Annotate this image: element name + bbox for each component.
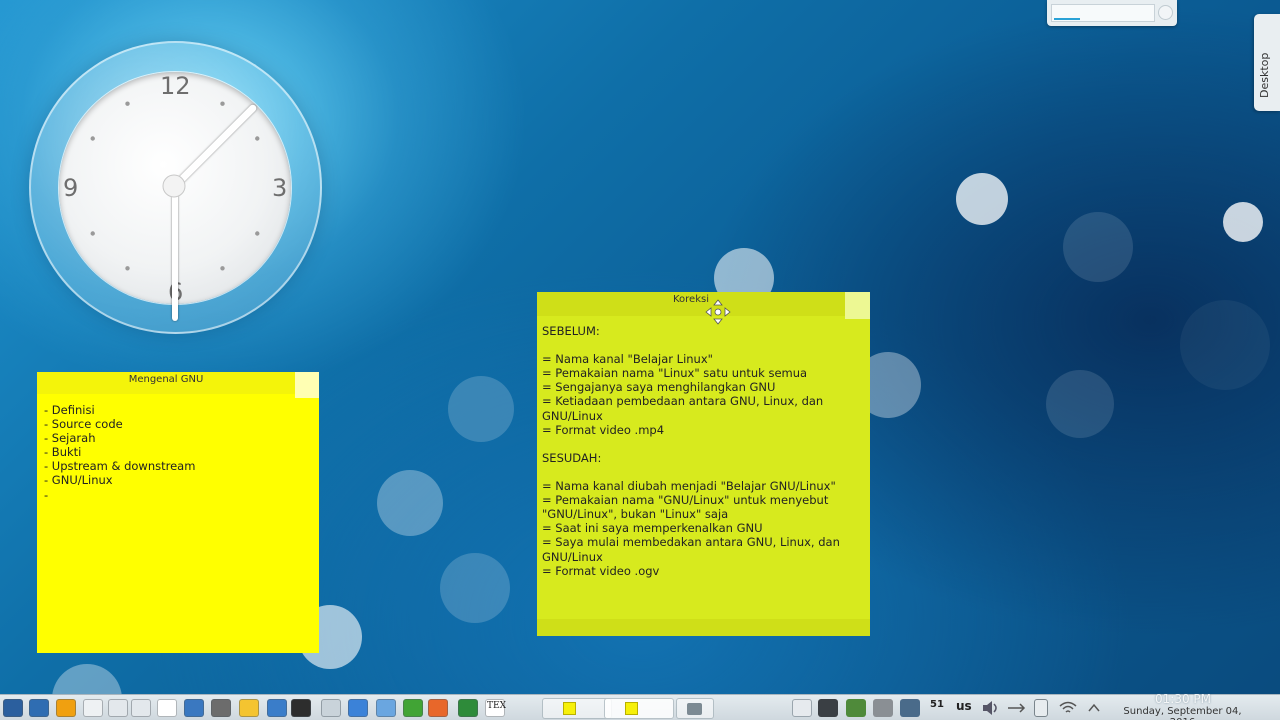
desktop-icon[interactable]: [29, 699, 49, 717]
note-corner-button[interactable]: [845, 292, 870, 319]
pager-icon-2[interactable]: [131, 699, 151, 717]
note-mengenal-gnu[interactable]: Mengenal GNU - Definisi - Source code - …: [37, 372, 319, 653]
clock-number-3: 3: [272, 174, 288, 202]
network-icon[interactable]: [267, 699, 287, 717]
wifi-icon[interactable]: [1058, 699, 1078, 717]
display-icon[interactable]: [818, 699, 838, 717]
terminal-icon[interactable]: [291, 699, 311, 717]
move-cursor-icon: [705, 299, 731, 325]
tex-label: TEX: [487, 701, 506, 711]
printer-icon[interactable]: [900, 699, 920, 717]
window-icon: [687, 703, 702, 715]
clock-face: [59, 72, 291, 304]
qt-icon[interactable]: [403, 699, 423, 717]
panel-widget[interactable]: [1047, 0, 1177, 26]
download-icon[interactable]: [376, 699, 396, 717]
tux-icon[interactable]: [239, 699, 259, 717]
clock-number-9: 9: [63, 174, 79, 202]
document-icon[interactable]: [157, 699, 177, 717]
note-title: Mengenal GNU: [128, 374, 204, 385]
desktop-toolbox-tab[interactable]: Desktop: [1254, 14, 1280, 111]
calculator-icon[interactable]: [321, 699, 341, 717]
usb-icon[interactable]: [1006, 699, 1026, 717]
panel-clock-date[interactable]: Sunday, September 04, 2016: [1110, 706, 1255, 720]
chromium-icon[interactable]: [348, 699, 368, 717]
clock-number-12: 12: [160, 72, 191, 100]
sticky-note-icon: [563, 702, 576, 715]
show-hidden-icon[interactable]: [1084, 699, 1104, 717]
widget-handle-icon[interactable]: [1158, 5, 1173, 20]
note-body[interactable]: SEBELUM: = Nama kanal "Belajar Linux" = …: [542, 324, 868, 578]
tools-icon[interactable]: [873, 699, 893, 717]
pager-icon[interactable]: [108, 699, 128, 717]
pager-indicator: [1054, 18, 1080, 20]
keyboard-layout[interactable]: us: [956, 699, 972, 713]
spreadsheet-icon[interactable]: [458, 699, 478, 717]
kde-menu-icon[interactable]: [3, 699, 23, 717]
note-footer: [537, 619, 870, 636]
note-koreksi[interactable]: Koreksi SEBELUM: = Nama kanal "Belajar L…: [537, 292, 870, 636]
desktop-toolbox-label: Desktop: [1258, 52, 1271, 98]
web-browser-icon[interactable]: [184, 699, 204, 717]
sticky-note-icon: [625, 702, 638, 715]
ktorrent-icon[interactable]: [56, 699, 76, 717]
task-window[interactable]: [676, 698, 714, 719]
battery-icon[interactable]: [1034, 699, 1048, 717]
volume-icon[interactable]: [981, 699, 1001, 717]
package-manager-icon[interactable]: [846, 699, 866, 717]
task-note-koreksi[interactable]: [604, 698, 674, 719]
panel-clock-time[interactable]: 01:30 PM: [1150, 692, 1216, 706]
note-title: Koreksi: [672, 294, 709, 305]
notifications-count[interactable]: 51: [930, 699, 944, 710]
pager-preview[interactable]: [1051, 4, 1155, 22]
task-note-mengenal-gnu[interactable]: [542, 698, 612, 719]
firefox-icon[interactable]: [428, 699, 448, 717]
gimp-icon[interactable]: [211, 699, 231, 717]
text-editor-icon[interactable]: [83, 699, 103, 717]
note-body[interactable]: - Definisi - Source code - Sejarah - Buk…: [44, 403, 314, 502]
note-corner-button[interactable]: [295, 372, 319, 398]
clock-number-6: 6: [168, 278, 184, 306]
clipboard-icon[interactable]: [792, 699, 812, 717]
bottom-panel: TEX 51 us: [0, 694, 1280, 720]
tex-icon[interactable]: TEX: [485, 699, 506, 717]
